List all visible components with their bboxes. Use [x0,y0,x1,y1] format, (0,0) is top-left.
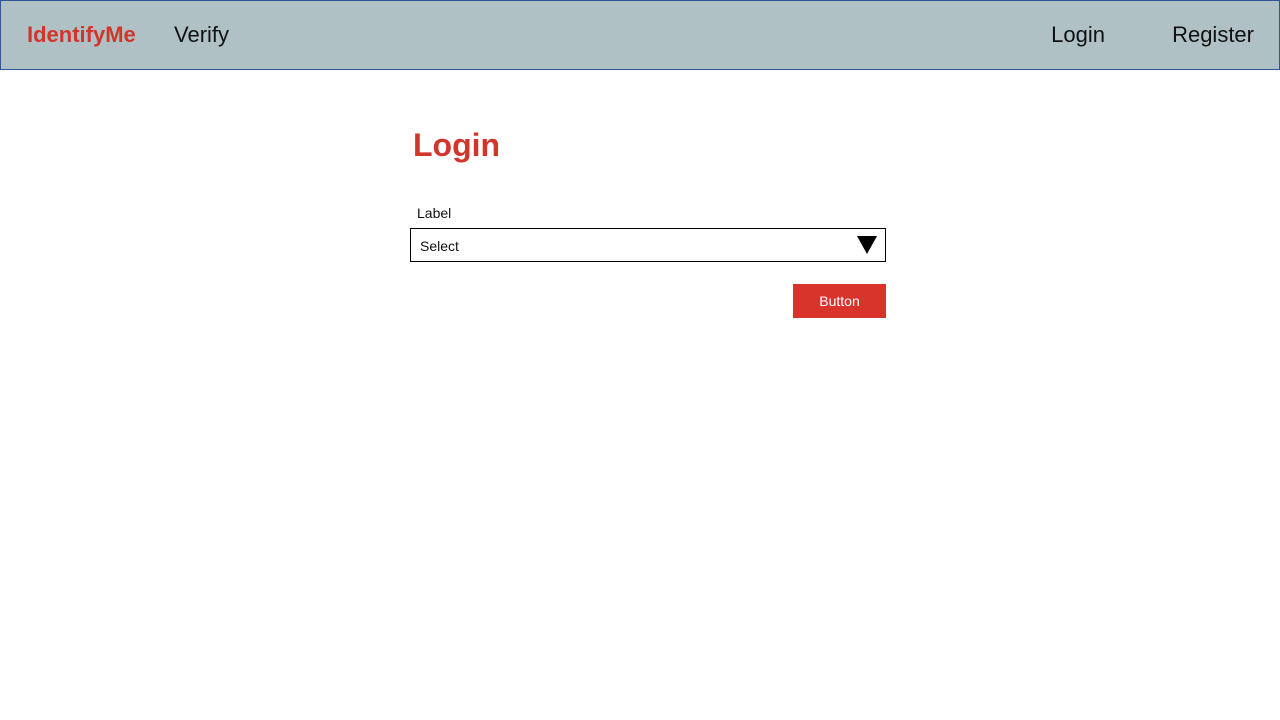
select-label: Label [417,205,452,221]
nav-link-register[interactable]: Register [1172,21,1254,49]
triangle-down-icon[interactable] [857,236,877,254]
select-value: Select [420,238,459,254]
nav-link-login[interactable]: Login [1051,21,1105,49]
page-title: Login [413,127,501,163]
top-navbar: IdentifyMe Verify Login Register [0,0,1280,70]
submit-button[interactable]: Button [793,284,886,318]
select-dropdown[interactable]: Select [410,228,886,262]
nav-link-verify[interactable]: Verify [174,21,229,49]
brand-logo[interactable]: IdentifyMe [27,21,136,49]
